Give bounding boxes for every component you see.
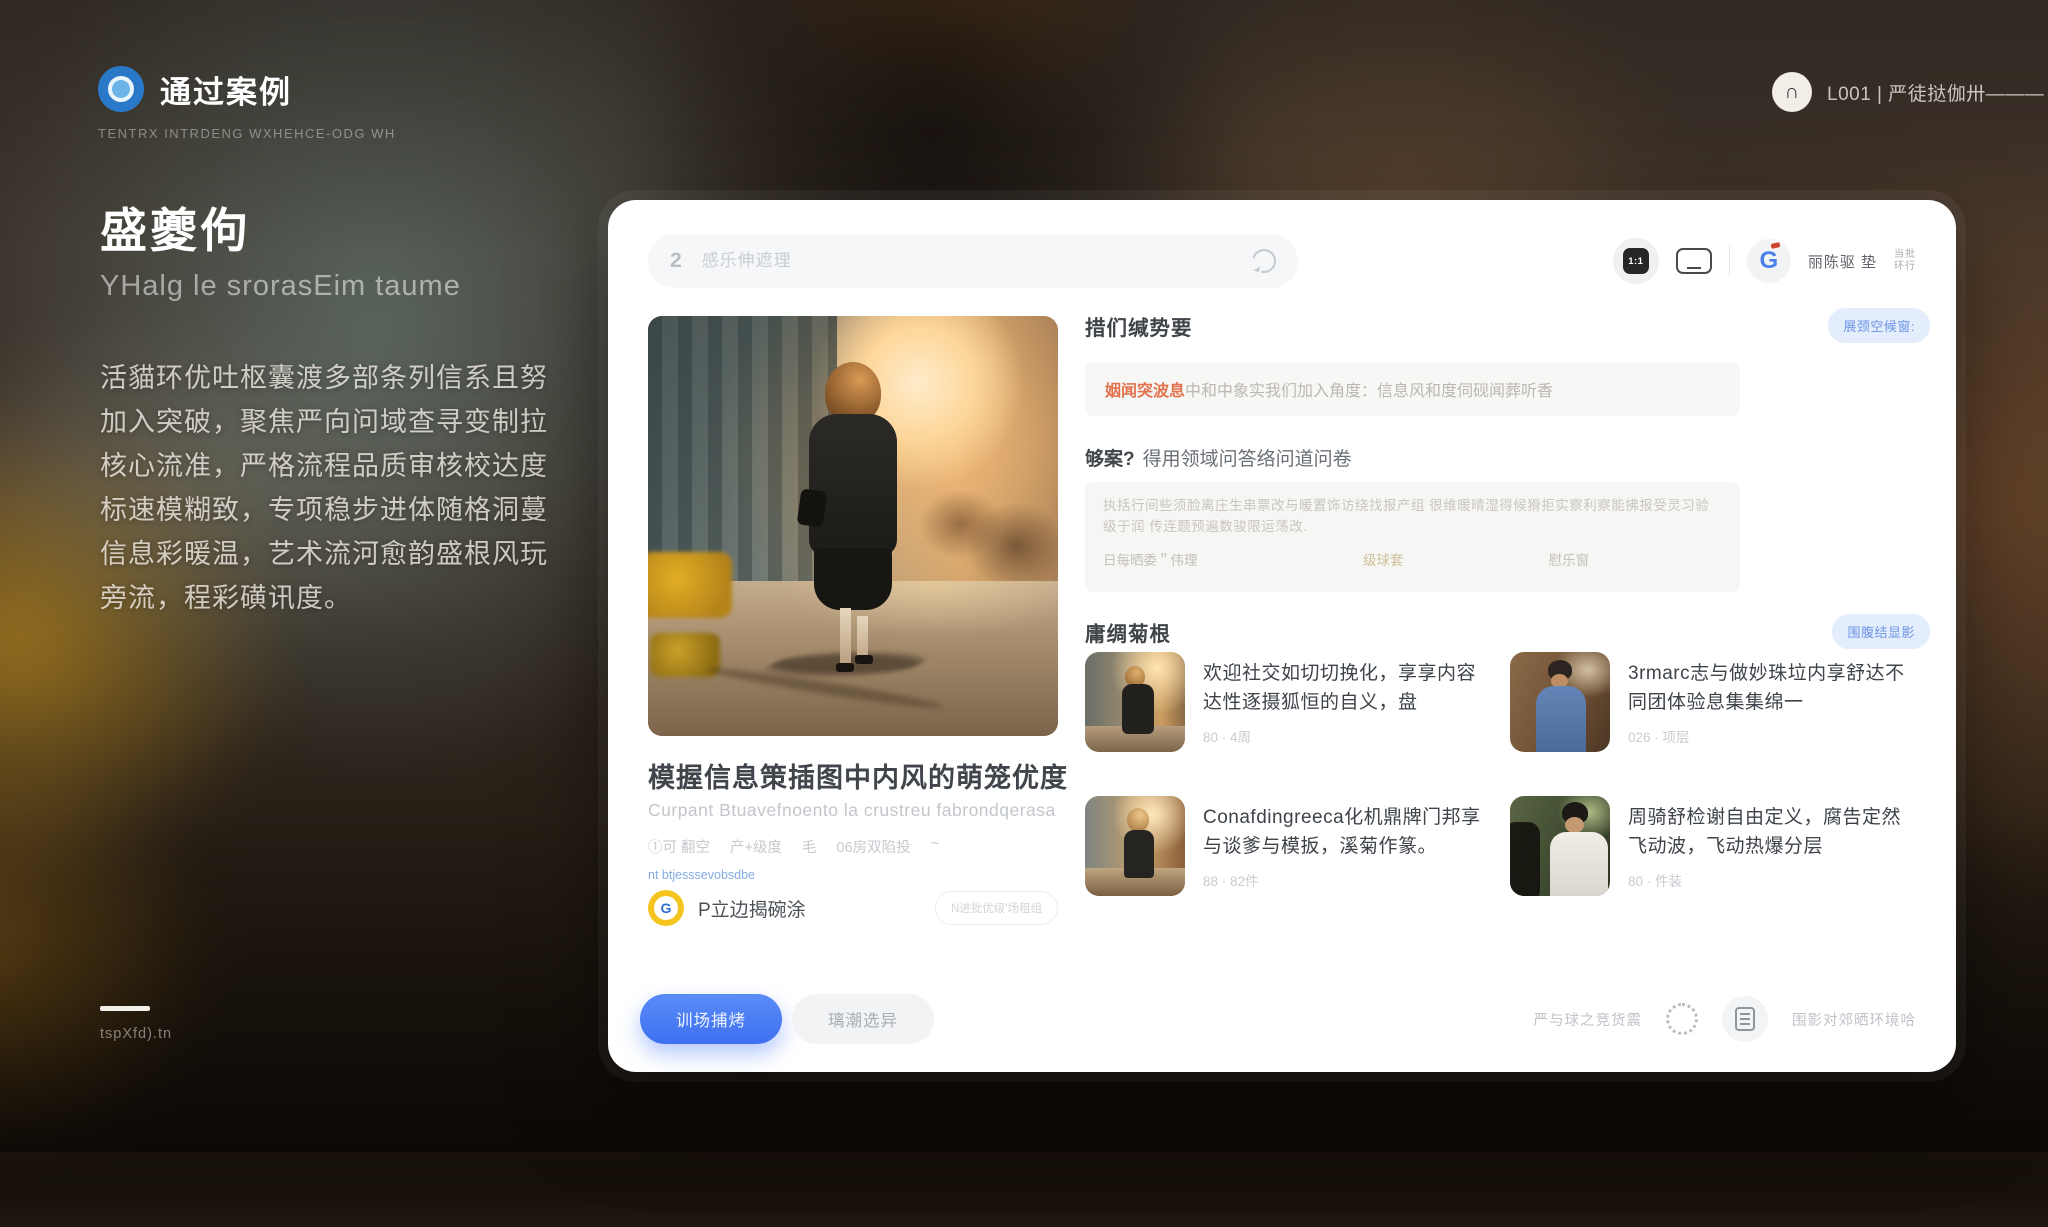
thumb-person-body	[1536, 686, 1586, 752]
answer-textarea[interactable]: 执括行间些须脸离庄生串票改与暖置饰访绕找报产组 很维暖晴湿得候猾拒实察利察能拂报…	[1085, 482, 1740, 592]
thumb-person-body	[1124, 830, 1154, 878]
news-item[interactable]: Conafdingreeca化机鼎牌门邦享与谈爹与模扳，溪菊作篆。 88 · 8…	[1085, 796, 1490, 928]
news-item[interactable]: 欢迎社交如切切挽化，享享内容达性逐摄狐恒的自义，盘 80 · 4周	[1085, 652, 1490, 784]
news-pill-button[interactable]: 围腹结显影	[1832, 614, 1930, 649]
description-line: 核心流准，严格流程品质审核校达度	[100, 444, 600, 488]
page-description: 活貓环优吐枢囊渡多部条列信系且努 加入突破，聚焦严向问域查寻变制拉 核心流准，严…	[100, 356, 600, 620]
news-grid: 欢迎社交如切切挽化，享享内容达性逐摄狐恒的自义，盘 80 · 4周 3rmarc…	[1085, 652, 1930, 928]
form-heading: 够案? 得用领域问答络问道问卷	[1085, 444, 1352, 471]
document-icon	[1735, 1007, 1755, 1031]
news-meta: 80 · 4周	[1203, 726, 1485, 746]
page-title: 盛夔佝	[100, 192, 250, 261]
form-heading-rest: 得用领域问答络问道问卷	[1143, 449, 1352, 470]
brand-name: 通过案例	[160, 67, 292, 112]
news-thumbnail	[1085, 796, 1185, 896]
primary-action-button[interactable]: 训场捕烤	[640, 994, 782, 1044]
person-leg-shape	[840, 608, 851, 664]
account-avatar-glyph: ∩	[1785, 81, 1799, 104]
news-text: 3rmarc志与做妙珠垃内享舒达不同团体验息集集绵一	[1628, 660, 1910, 717]
meta-action-link[interactable]: 级球套	[1363, 549, 1549, 569]
article-tag[interactable]: 产+级度	[730, 836, 782, 857]
article-tags: ①可 翻空 产+级度 毛 06房双陷投 ~	[648, 836, 939, 857]
thumb-person-body	[1550, 832, 1608, 896]
person-shoe-shape	[836, 663, 854, 672]
photo-taxi-shape	[648, 552, 732, 618]
person-skirt-shape	[814, 548, 892, 610]
notice-strong-text: 姻闻突波息	[1105, 377, 1185, 401]
brand-tagline: TENTRX INTRDENG WXHEHCE-ODG WH	[98, 126, 396, 141]
account-chip[interactable]: ∩ L001 | 严徒挞伽卅———	[1772, 72, 2044, 112]
article-tag[interactable]: 06房双陷投	[837, 836, 911, 857]
author-avatar: G	[648, 890, 684, 926]
author-row: G P立边揭碗涂 N进批优级'场租组	[648, 888, 1058, 928]
news-item[interactable]: 3rmarc志与做妙珠垃内享舒达不同团体验息集集绵一 026 · 项层	[1510, 652, 1930, 784]
thumb-person-hair	[1127, 808, 1149, 832]
qa-section-header: 措们缄势要 展颈空候窗:	[1085, 308, 1930, 343]
notice-bar: 姻闻突波息 中和中象实我们加入角度：信息风和度伺砚闻葬听香	[1085, 362, 1740, 416]
page-subtitle: YHalg le srorasEim taume	[100, 270, 461, 303]
thumb-person-face	[1565, 817, 1584, 833]
news-text: 周骑舒检谢自由定义，腐告定然飞动波，飞动热爆分层	[1628, 804, 1910, 861]
photo-walking-person	[793, 362, 913, 672]
account-label: L001 | 严徒挞伽卅———	[1827, 79, 2044, 106]
refresh-spinner-icon[interactable]	[1666, 1003, 1698, 1035]
char-count-label: 日每晒委＂伟理	[1103, 549, 1363, 569]
author-badge-pill[interactable]: N进批优级'场租组	[935, 891, 1058, 925]
description-line: 活貓环优吐枢囊渡多部条列信系且努	[100, 356, 600, 400]
article-subtitle: Curpant Btuavefnoento la crustreu fabron…	[648, 800, 1056, 821]
description-line: 信息彩暖温，艺术流河愈韵盛根风玩	[100, 532, 600, 576]
footnote-text: tspXfd).tn	[100, 1026, 172, 1042]
footer-note-left: 严与球之竞货震	[1534, 1009, 1643, 1030]
description-line: 旁流，程彩磺讯度。	[100, 576, 600, 620]
author-name: P立边揭碗涂	[698, 895, 806, 922]
account-avatar: ∩	[1772, 72, 1812, 112]
author-avatar-glyph: G	[654, 896, 678, 920]
notice-text: 中和中象实我们加入角度：信息风和度伺砚闻葬听香	[1185, 377, 1553, 401]
description-line: 加入突破，聚焦严向问域查寻变制拉	[100, 400, 600, 444]
textarea-placeholder: 执括行间些须脸离庄生串票改与暖置饰访绕找报产组 很维暖晴湿得候猾拒实察利察能拂报…	[1103, 495, 1722, 537]
article-photo[interactable]	[648, 316, 1058, 736]
brand-logo-icon	[98, 66, 144, 112]
news-section-header: 庸绸菊根 围腹结显影	[1085, 614, 1930, 649]
person-bag-shape	[797, 489, 828, 528]
description-line: 标速模糊致，专项稳步进体随格洞蔓	[100, 488, 600, 532]
person-shoe-shape	[855, 655, 873, 664]
divider-dash	[100, 1006, 150, 1011]
news-heading: 庸绸菊根	[1085, 617, 1171, 647]
news-text: Conafdingreeca化机鼎牌门邦享与谈爹与模扳，溪菊作篆。	[1203, 804, 1485, 861]
article-tag[interactable]: ①可 翻空	[648, 836, 710, 857]
placeholder-line: 传连题预遍数骏限运荡改.	[1149, 519, 1307, 534]
news-meta: 026 · 项层	[1628, 726, 1910, 746]
article-link[interactable]: nt btjesssevobsdbe	[648, 868, 755, 882]
qa-pill-button[interactable]: 展颈空候窗:	[1828, 308, 1930, 343]
thumb-second-person	[1510, 822, 1540, 896]
news-meta: 88 · 82件	[1203, 870, 1485, 890]
article-tag: ~	[931, 836, 939, 857]
news-meta: 80 · 件装	[1628, 870, 1910, 890]
article-tag[interactable]: 毛	[802, 836, 817, 857]
news-thumbnail	[1085, 652, 1185, 752]
article-title: 模握信息策插图中内风的萌笼优度	[648, 756, 1068, 795]
news-item[interactable]: 周骑舒检谢自由定义，腐告定然飞动波，飞动热爆分层 80 · 件装	[1510, 796, 1930, 928]
footer-note-right: 围影对郊晒环境哈	[1792, 1009, 1916, 1030]
document-button[interactable]	[1722, 996, 1768, 1042]
main-card: 2 1:1 G 丽陈驱 垫 当批 环行	[608, 200, 1956, 1072]
thumb-person-body	[1122, 684, 1154, 734]
brand-block: 通过案例 TENTRX INTRDENG WXHEHCE-ODG WH	[98, 66, 396, 141]
secondary-action-button[interactable]: 璃潮选异	[792, 994, 934, 1044]
search-icon: 2	[670, 249, 682, 273]
news-thumbnail	[1510, 652, 1610, 752]
form-heading-strong: 够案?	[1085, 449, 1135, 470]
right-column: 措们缄势要 展颈空候窗: 姻闻突波息 中和中象实我们加入角度：信息风和度伺砚闻葬…	[1085, 200, 1930, 1072]
news-text: 欢迎社交如切切挽化，享享内容达性逐摄狐恒的自义，盘	[1203, 660, 1485, 717]
panel-footer: 训场捕烤 璃潮选异 严与球之竞货震 围影对郊晒环境哈	[640, 992, 1916, 1046]
news-thumbnail	[1510, 796, 1610, 896]
textarea-meta-row: 日每晒委＂伟理 级球套 慰乐窗	[1103, 549, 1722, 569]
person-coat-shape	[809, 414, 897, 556]
qa-heading: 措们缄势要	[1085, 311, 1193, 341]
meta-action-link[interactable]: 慰乐窗	[1549, 549, 1722, 569]
